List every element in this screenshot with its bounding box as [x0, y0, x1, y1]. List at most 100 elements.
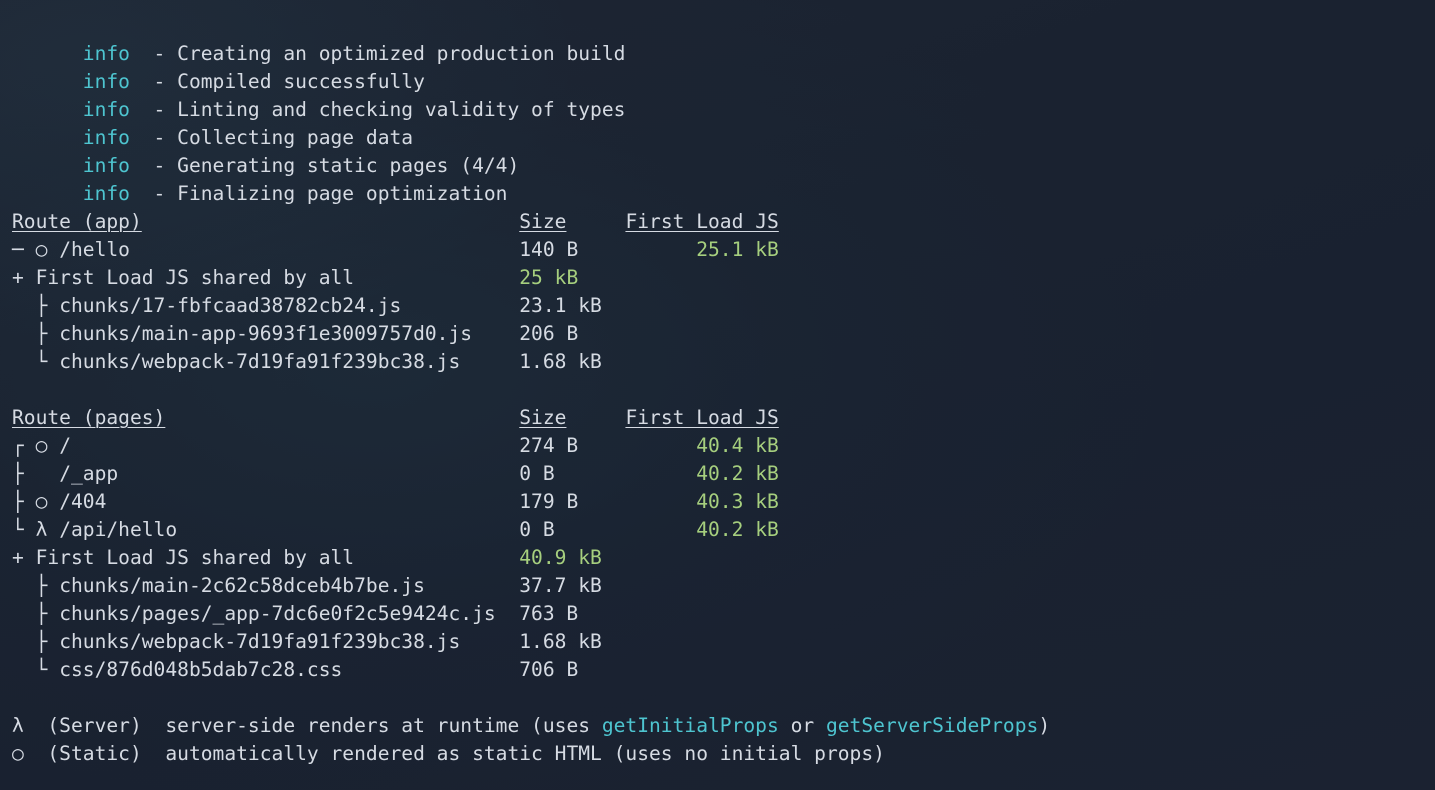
- tree-glyph: +: [12, 266, 24, 289]
- table-row: + First Load JS shared by all 40.9 kB: [12, 544, 1435, 572]
- header-gap: [566, 406, 625, 429]
- tree-glyph: ├: [12, 630, 48, 653]
- pages-size-header: Size: [519, 406, 567, 429]
- log-dash: -: [129, 126, 178, 149]
- tree-glyph: └: [12, 350, 48, 373]
- log-line: info - Creating an optimized production …: [12, 12, 1435, 65]
- table-row: ├ chunks/main-2c62c58dceb4b7be.js 37.7 k…: [12, 572, 1435, 600]
- size-value: 179 B: [519, 490, 579, 513]
- log-dash: -: [129, 98, 178, 121]
- table-row: └ css/876d048b5dab7c28.css 706 B: [12, 656, 1435, 684]
- route-name: /404: [59, 490, 107, 513]
- tree-glyph: ┌: [12, 434, 36, 457]
- route-name: /hello: [59, 238, 130, 261]
- legend-description: server-side renders at runtime (uses: [165, 714, 602, 737]
- route-name: /_app: [59, 462, 119, 485]
- log-dash: -: [129, 70, 178, 93]
- circle-static-icon: ○: [35, 490, 48, 513]
- route-name: chunks/17-fbfcaad38782cb24.js: [59, 294, 402, 317]
- tree-glyph: ├: [12, 462, 48, 485]
- first-load-value: 40.2 kB: [696, 518, 779, 541]
- log-message: Creating an optimized production build: [177, 42, 626, 65]
- log-dash: -: [129, 182, 178, 205]
- route-name: chunks/main-app-9693f1e3009757d0.js: [59, 322, 473, 345]
- legend-description: ): [1038, 714, 1051, 737]
- route-name: css/876d048b5dab7c28.css: [59, 658, 343, 681]
- log-message: Compiled successfully: [177, 70, 425, 93]
- size-value: 763 B: [519, 602, 579, 625]
- log-dash: -: [129, 42, 178, 65]
- size-value: 706 B: [519, 658, 579, 681]
- route-name: /: [59, 434, 71, 457]
- size-value: 140 B: [519, 238, 579, 261]
- pages-first-load-header: First Load JS: [625, 406, 779, 429]
- size-value: 0 B: [519, 518, 555, 541]
- app-route-table: Route (app) Size First Load JS ─ ○ /hell…: [12, 208, 1435, 376]
- legend-section: λ (Server) server-side renders at runtim…: [12, 712, 1435, 768]
- route-name: First Load JS shared by all: [35, 266, 355, 289]
- route-name: chunks/main-2c62c58dceb4b7be.js: [59, 574, 425, 597]
- first-load-value: 25.1 kB: [696, 238, 779, 261]
- app-route-header: Route (app): [12, 210, 142, 233]
- header-gap: [566, 210, 625, 233]
- size-value: 206 B: [519, 322, 579, 345]
- pages-table-body: ┌ ○ / 274 B 40.4 kB ├ /_app 0 B 40.2 kB ├ …: [12, 432, 1435, 684]
- first-load-value: 40.3 kB: [696, 490, 779, 513]
- legend-label: (Static): [47, 742, 142, 765]
- circle-static-icon: ○: [35, 434, 48, 457]
- table-row: └ λ /api/hello 0 B 40.2 kB: [12, 516, 1435, 544]
- log-level-tag: info: [82, 42, 130, 65]
- first-load-value: 40.2 kB: [696, 462, 779, 485]
- log-dash: -: [129, 154, 178, 177]
- size-value: 25 kB: [519, 266, 579, 289]
- legend-code-getinitialprops: getInitialProps: [601, 714, 779, 737]
- app-table-body: ─ ○ /hello 140 B 25.1 kB + First Load JS …: [12, 236, 1435, 376]
- app-table-header-row: Route (app) Size First Load JS: [12, 208, 1435, 236]
- pages-table-header-row: Route (pages) Size First Load JS: [12, 404, 1435, 432]
- build-log-section: info - Creating an optimized production …: [12, 12, 1435, 205]
- log-level-tag: info: [82, 182, 130, 205]
- lambda-server-icon: λ: [35, 518, 48, 541]
- log-level-tag: info: [82, 70, 130, 93]
- route-name: chunks/webpack-7d19fa91f239bc38.js: [59, 350, 461, 373]
- app-first-load-header: First Load JS: [625, 210, 779, 233]
- circle-static-icon: ○: [12, 742, 24, 765]
- size-value: 1.68 kB: [519, 630, 602, 653]
- log-level-tag: info: [82, 98, 130, 121]
- lambda-server-icon: λ: [12, 714, 24, 737]
- route-name: chunks/pages/_app-7dc6e0f2c5e9424c.js: [59, 602, 496, 625]
- table-row: ├ chunks/17-fbfcaad38782cb24.js 23.1 kB: [12, 292, 1435, 320]
- route-name: /api/hello: [59, 518, 178, 541]
- terminal-window: info - Creating an optimized production …: [0, 0, 1435, 790]
- route-name: chunks/webpack-7d19fa91f239bc38.js: [59, 630, 461, 653]
- size-value: 274 B: [519, 434, 579, 457]
- pages-route-header: Route (pages): [12, 406, 166, 429]
- legend-label: (Server): [47, 714, 142, 737]
- log-level-tag: info: [82, 154, 130, 177]
